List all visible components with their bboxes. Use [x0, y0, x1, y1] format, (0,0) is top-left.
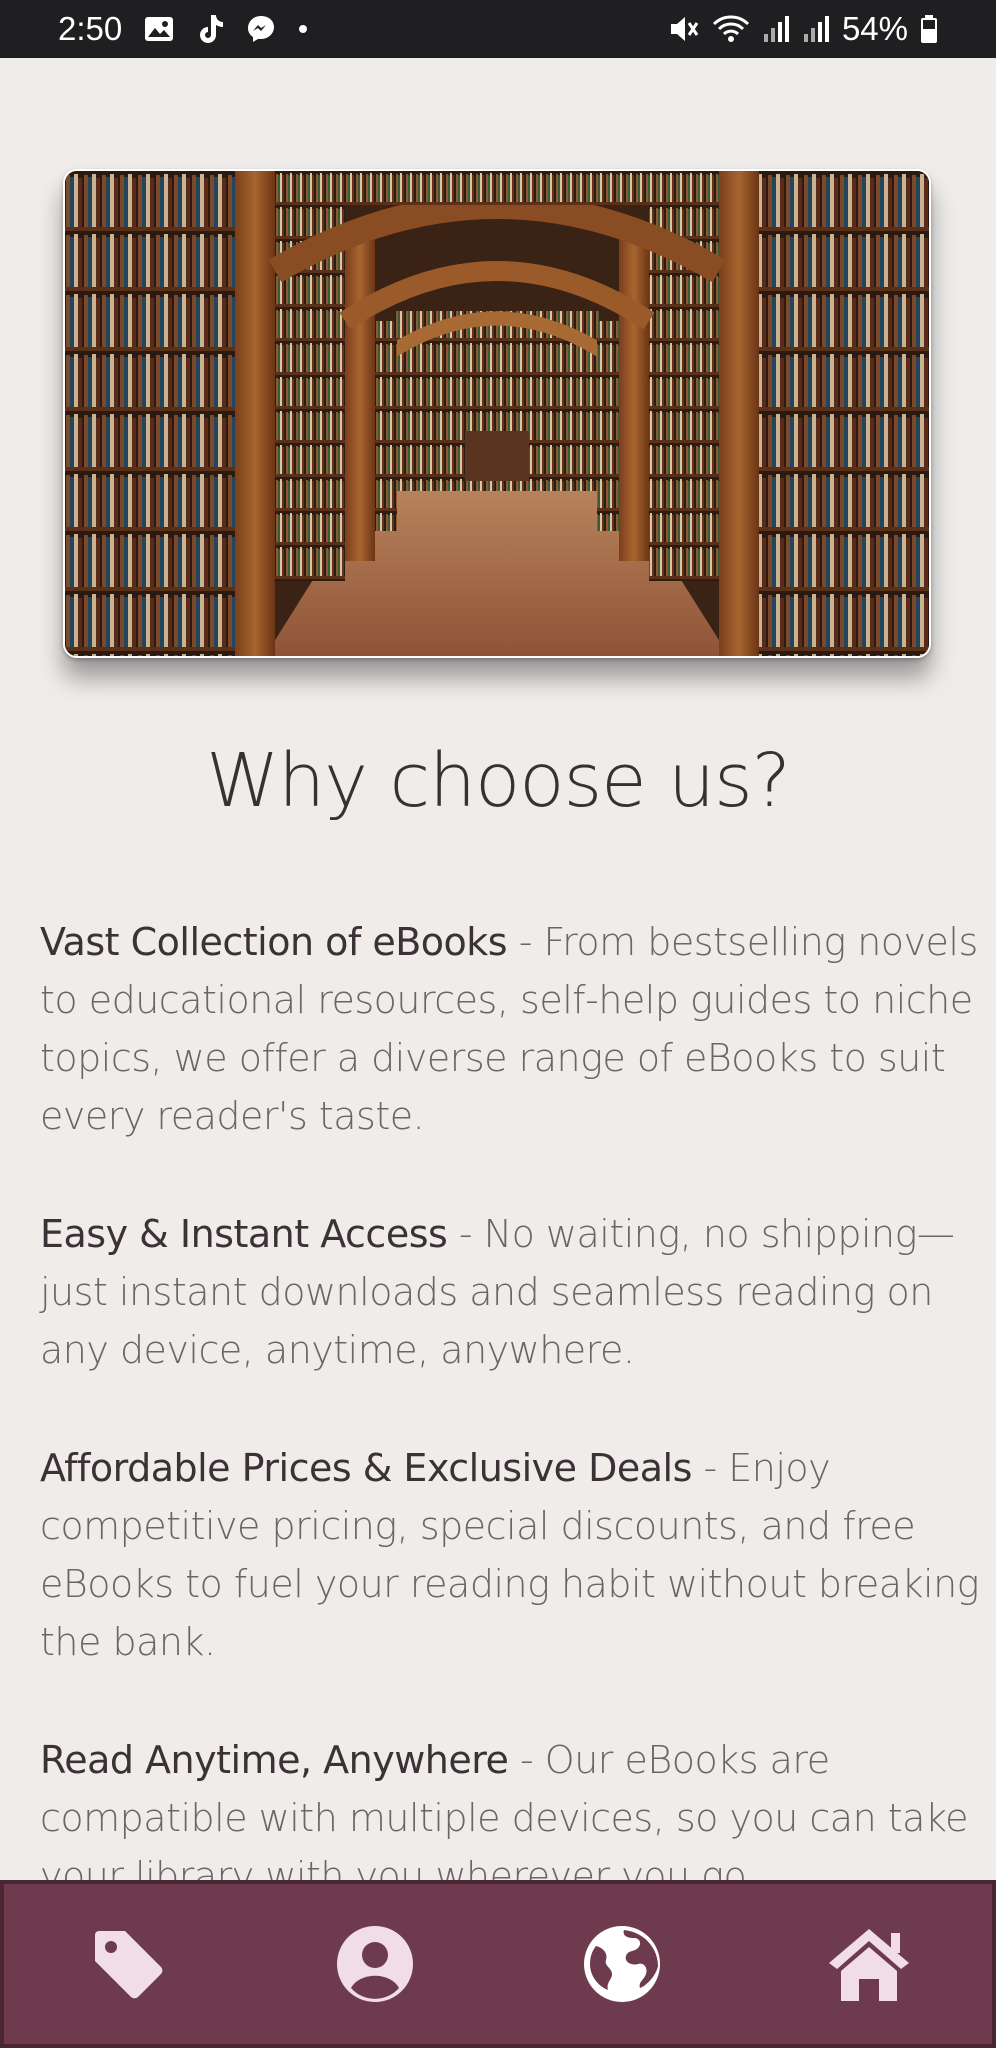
wifi-icon: [712, 14, 750, 44]
gallery-icon: [144, 16, 174, 42]
nav-profile-button[interactable]: [320, 1909, 430, 2019]
messenger-icon: [246, 14, 276, 44]
signal-icon: [762, 14, 790, 44]
feature-item: Vast Collection of eBooks - From bestsel…: [40, 913, 996, 1145]
tiktok-icon: [196, 13, 224, 45]
home-icon: [828, 1929, 909, 2001]
dot-icon: [298, 24, 308, 34]
battery-icon: [920, 14, 938, 44]
feature-title: Easy & Instant Access: [40, 1212, 448, 1256]
globe-icon: [583, 1926, 660, 2002]
mute-icon: [668, 14, 700, 44]
main-content: Why choose us? Vast Collection of eBooks…: [0, 58, 996, 1880]
signal-icon: [802, 14, 830, 44]
feature-item: Read Anytime, Anywhere - Our eBooks are …: [40, 1731, 996, 1880]
feature-item: Affordable Prices & Exclusive Deals - En…: [40, 1439, 996, 1671]
user-icon: [336, 1926, 413, 2002]
feature-title: Vast Collection of eBooks: [40, 920, 508, 964]
status-time: 2:50: [58, 10, 123, 47]
feature-title: Read Anytime, Anywhere: [40, 1738, 509, 1782]
feature-title: Affordable Prices & Exclusive Deals: [40, 1446, 692, 1490]
tag-icon: [94, 1931, 162, 1999]
library-hero-image: [63, 169, 931, 658]
nav-explore-button[interactable]: [567, 1909, 677, 2019]
nav-deals-button[interactable]: [73, 1909, 183, 2019]
status-bar: 2:50 54%: [0, 0, 996, 58]
nav-home-button[interactable]: [814, 1909, 924, 2019]
bottom-navigation: [0, 1880, 996, 2048]
feature-item: Easy & Instant Access - No waiting, no s…: [40, 1205, 996, 1379]
features-list: Vast Collection of eBooks - From bestsel…: [40, 913, 996, 1880]
battery-percent: 54%: [841, 10, 908, 47]
page-heading: Why choose us?: [206, 738, 791, 824]
